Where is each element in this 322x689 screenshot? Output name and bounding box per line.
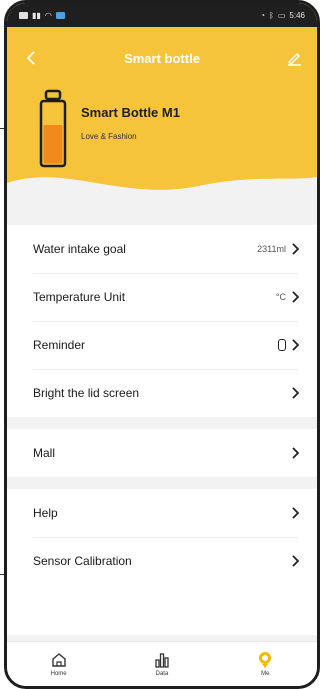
row-label: Mall <box>33 446 56 460</box>
reminder-row[interactable]: Reminder <box>7 321 317 369</box>
tab-label: Data <box>155 671 169 677</box>
bluetooth-icon: ᛒ <box>269 10 274 20</box>
water-goal-value: 2311ml <box>257 244 286 254</box>
tab-label: Home <box>50 671 67 677</box>
chevron-right-icon <box>292 507 299 519</box>
bright-lid-screen-row[interactable]: Bright the lid screen <box>7 369 317 417</box>
row-label: Reminder <box>33 338 86 352</box>
row-label: Sensor Calibration <box>33 554 132 568</box>
tab-data[interactable]: Data <box>132 651 192 677</box>
bottom-tab-bar: Home Data Me <box>7 641 317 686</box>
tab-me[interactable]: Me <box>235 651 295 677</box>
sensor-calibration-row[interactable]: Sensor Calibration <box>7 537 317 585</box>
device-name: Smart Bottle M1 <box>81 105 180 120</box>
chevron-right-icon <box>292 291 299 303</box>
status-time: 5:46 <box>289 10 305 20</box>
settings-group-2: Mall <box>7 429 317 477</box>
reminder-toggle-icon[interactable] <box>278 339 286 351</box>
bottle-icon <box>39 89 67 168</box>
row-label: Water intake goal <box>33 242 126 256</box>
wifi-icon: ◠ <box>44 10 52 20</box>
signal-icon: ▮▮ <box>32 10 41 20</box>
row-label: Temperature Unit <box>33 290 126 304</box>
chevron-right-icon <box>292 387 299 399</box>
header: ▮▮ ◠ ◔ ᛒ ▭ 5:46 Smart bottle Smart Bottl… <box>7 3 317 223</box>
sim-icon <box>19 11 28 19</box>
chevron-right-icon <box>292 243 299 255</box>
device-info: Smart Bottle M1 Love & Fashion <box>37 89 180 169</box>
alarm-icon: ◔ <box>260 10 266 20</box>
chevron-right-icon <box>292 339 299 351</box>
home-icon <box>51 653 66 667</box>
chevron-right-icon <box>292 447 299 459</box>
status-left-icons: ▮▮ ◠ <box>19 11 65 20</box>
settings-group-3: Help Sensor Calibration <box>7 489 317 635</box>
row-label: Help <box>33 506 58 520</box>
phone-frame: ▮▮ ◠ ◔ ᛒ ▭ 5:46 Smart bottle Smart Bottl… <box>4 0 320 689</box>
row-label: Bright the lid screen <box>33 386 140 400</box>
temperature-unit-value: °C <box>275 292 286 302</box>
tab-home[interactable]: Home <box>29 651 89 677</box>
status-right: ◔ ᛒ ▭ 5:46 <box>260 11 305 20</box>
water-intake-goal-row[interactable]: Water intake goal 2311ml <box>7 225 317 273</box>
nav-bar: Smart bottle <box>7 43 317 73</box>
settings-list: Water intake goal 2311ml Temperature Uni… <box>7 213 317 635</box>
chevron-right-icon <box>292 555 299 567</box>
battery-icon: ▭ <box>277 10 286 20</box>
device-subtitle: Love & Fashion <box>81 132 137 141</box>
temperature-unit-row[interactable]: Temperature Unit °C <box>7 273 317 321</box>
page-title: Smart bottle <box>124 50 200 66</box>
mall-row[interactable]: Mall <box>7 429 317 477</box>
app-notification-icon <box>55 11 65 19</box>
back-arrow-icon[interactable] <box>23 49 41 67</box>
help-row[interactable]: Help <box>7 489 317 537</box>
status-bar: ▮▮ ◠ ◔ ᛒ ▭ 5:46 <box>7 3 317 27</box>
edit-pencil-icon[interactable] <box>285 49 303 67</box>
tab-label: Me <box>261 671 270 677</box>
bar-chart-icon <box>155 653 169 668</box>
me-icon <box>259 652 272 668</box>
settings-group-1: Water intake goal 2311ml Temperature Uni… <box>7 225 317 417</box>
